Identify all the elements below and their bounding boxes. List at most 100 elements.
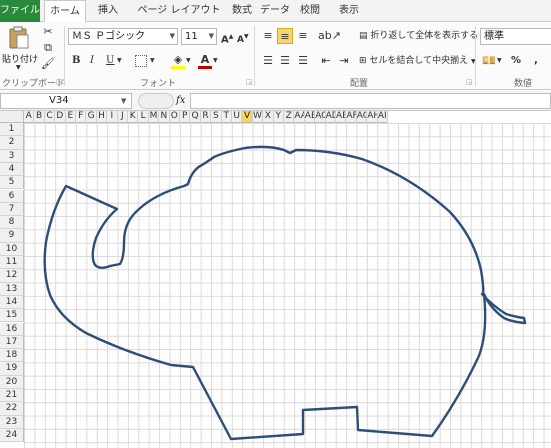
row-header[interactable]: 5 — [0, 176, 24, 190]
shrink-font-button[interactable]: A▼ — [237, 29, 249, 45]
column-header[interactable]: AA — [294, 111, 305, 123]
column-header[interactable]: O — [169, 111, 180, 123]
column-header[interactable]: R — [200, 111, 212, 123]
row-header[interactable]: 21 — [0, 389, 24, 403]
column-header[interactable]: E — [65, 111, 76, 123]
formula-bar-grip[interactable] — [138, 93, 174, 109]
formula-input[interactable] — [190, 93, 551, 109]
column-header[interactable]: AE — [336, 111, 347, 123]
column-header[interactable]: Q — [190, 111, 201, 123]
column-header[interactable]: V — [242, 111, 253, 123]
row-header[interactable]: 2 — [0, 136, 24, 150]
column-header[interactable]: H — [96, 111, 108, 123]
fill-color-icon[interactable]: ◈ — [170, 52, 186, 69]
column-header[interactable]: N — [159, 111, 170, 123]
row-header[interactable]: 9 — [0, 229, 24, 243]
copy-icon[interactable]: ⧉ — [40, 40, 56, 56]
elephant-drawing[interactable] — [24, 123, 551, 448]
format-painter-icon[interactable]: 🖌 — [40, 56, 56, 72]
number-format-select[interactable]: 標準 — [480, 28, 551, 45]
insert-function-button[interactable]: fx — [176, 93, 185, 109]
column-header[interactable]: X — [263, 111, 274, 123]
row-header[interactable]: 6 — [0, 189, 24, 203]
row-header[interactable]: 15 — [0, 309, 24, 323]
tab-page-layout[interactable]: ページ レイアウト — [132, 0, 226, 22]
borders-icon[interactable] — [135, 55, 147, 67]
alignment-launcher-icon[interactable]: ◲ — [466, 78, 473, 86]
align-top-icon[interactable]: ≡ — [260, 28, 276, 44]
column-header[interactable]: W — [252, 111, 264, 123]
comma-button[interactable]: , — [534, 53, 538, 69]
row-header[interactable]: 1 — [0, 123, 24, 137]
name-box[interactable]: V34 — [0, 93, 132, 109]
chevron-down-icon[interactable]: ▼ — [121, 93, 126, 109]
fill-dropdown-icon[interactable]: ▼ — [186, 53, 191, 69]
tab-data[interactable]: データ — [258, 0, 292, 22]
column-header[interactable]: AC — [315, 111, 326, 123]
font-size-select[interactable]: 11 ▼ — [181, 28, 217, 45]
increase-indent-icon[interactable]: ⇥ — [336, 53, 352, 69]
row-header[interactable]: 22 — [0, 402, 24, 416]
column-header[interactable]: F — [76, 111, 87, 123]
tab-view[interactable]: 表示 — [336, 0, 362, 22]
tab-review[interactable]: 校閲 — [297, 0, 323, 22]
column-header[interactable]: J — [117, 111, 128, 123]
select-all-corner[interactable] — [0, 111, 24, 123]
row-header[interactable]: 12 — [0, 269, 24, 283]
tab-insert[interactable]: 挿入 — [96, 0, 120, 22]
align-left-icon[interactable]: ☰ — [260, 53, 276, 69]
align-middle-icon[interactable]: ≡ — [277, 28, 293, 44]
column-header[interactable]: Y — [273, 111, 284, 123]
column-header[interactable]: AI — [377, 111, 388, 123]
column-header[interactable]: AH — [367, 111, 378, 123]
cut-icon[interactable]: ✂ — [40, 24, 56, 40]
row-header[interactable]: 17 — [0, 335, 24, 350]
grow-font-button[interactable]: A▲ — [221, 29, 233, 45]
row-header[interactable]: 23 — [0, 415, 24, 429]
font-launcher-icon[interactable]: ◲ — [246, 78, 253, 86]
row-header[interactable]: 18 — [0, 349, 24, 363]
align-bottom-icon[interactable]: ≡ — [295, 28, 311, 44]
italic-button[interactable]: I — [90, 53, 94, 69]
align-right-icon[interactable]: ☰ — [295, 53, 311, 69]
row-header[interactable]: 24 — [0, 428, 24, 443]
wrap-text-button[interactable]: ▤ 折り返して全体を表示する — [359, 28, 478, 44]
column-header[interactable]: AF — [346, 111, 357, 123]
column-header[interactable]: T — [221, 111, 232, 123]
column-header[interactable]: G — [86, 111, 97, 123]
column-header[interactable]: L — [138, 111, 149, 123]
row-header[interactable]: 13 — [0, 282, 24, 296]
font-color-dropdown-icon[interactable]: ▼ — [213, 53, 218, 69]
underline-dropdown-icon[interactable]: ▼ — [117, 53, 122, 69]
column-header[interactable]: Z — [284, 111, 295, 123]
row-header[interactable]: 14 — [0, 295, 24, 310]
percent-button[interactable]: % — [511, 53, 521, 69]
tab-file[interactable]: ファイル — [0, 0, 40, 22]
row-header[interactable]: 8 — [0, 216, 24, 230]
row-header[interactable]: 16 — [0, 322, 24, 336]
currency-icon[interactable]: 💴 — [481, 53, 497, 69]
orientation-icon[interactable]: ab↗ — [318, 28, 341, 44]
column-header[interactable]: I — [107, 111, 118, 123]
column-header[interactable]: C — [44, 111, 56, 123]
column-header[interactable]: D — [55, 111, 66, 123]
align-center-icon[interactable]: ☰ — [277, 53, 293, 69]
column-header[interactable]: S — [211, 111, 222, 123]
row-header[interactable]: 4 — [0, 162, 24, 177]
column-header[interactable]: B — [34, 111, 45, 123]
clipboard-launcher-icon[interactable]: ◲ — [56, 78, 63, 86]
font-color-icon[interactable]: A — [197, 52, 213, 69]
tab-formulas[interactable]: 数式 — [228, 0, 256, 22]
column-header[interactable]: U — [232, 111, 243, 123]
row-header[interactable]: 10 — [0, 242, 24, 256]
column-header[interactable]: P — [180, 111, 191, 123]
column-header[interactable]: AD — [325, 111, 336, 123]
tab-home[interactable]: ホーム — [44, 0, 86, 23]
row-header[interactable]: 19 — [0, 362, 24, 376]
bold-button[interactable]: B — [72, 53, 80, 69]
column-header[interactable]: AG — [356, 111, 368, 123]
paste-button[interactable]: 貼り付け ▼ — [2, 24, 38, 72]
currency-dropdown-icon[interactable]: ▼ — [497, 53, 502, 69]
font-name-select[interactable]: ＭＳ Ｐゴシック ▼ — [68, 28, 178, 45]
column-header[interactable]: A — [24, 111, 35, 123]
